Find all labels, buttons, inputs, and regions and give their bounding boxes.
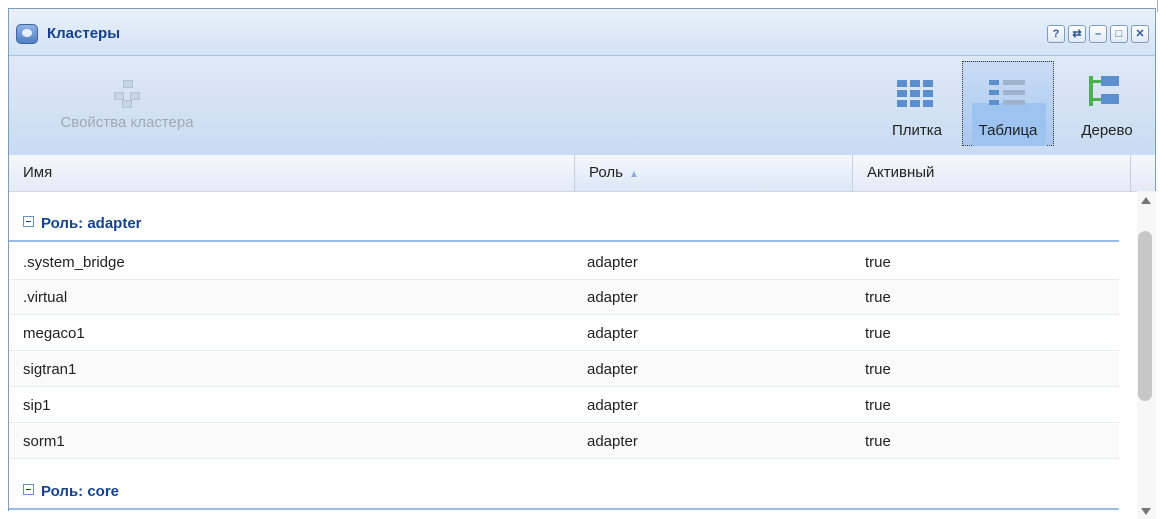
scroll-thumb[interactable] [1138,231,1152,401]
cell-active: true [865,325,891,342]
tree-view-button[interactable]: Дерево [1065,122,1149,139]
cell-name: megaco1 [23,325,85,342]
column-header-name[interactable]: Имя [9,155,575,191]
tile-view-button[interactable]: Плитка [877,122,957,139]
collapse-icon[interactable] [23,216,34,227]
clusters-window: Кластеры ? ⇄ – □ ✕ Свойства кластера Пли… [8,8,1156,511]
tile-view-label: Плитка [891,122,943,139]
table-body: Роль: adapter .system_bridge adapter tru… [9,192,1138,511]
column-header-active[interactable]: Активный [853,155,1131,191]
cell-name: sorm1 [23,433,65,450]
cell-role: adapter [587,289,638,306]
cluster-properties-icon [112,78,142,108]
cell-active: true [865,361,891,378]
table-row[interactable]: sorm1 adapter true [9,424,1119,459]
table-view-label-wrap: Таблица [967,122,1049,139]
table-row[interactable]: sip1 adapter true [9,388,1119,423]
window-title: Кластеры [47,25,121,42]
group-label: Роль: adapter [23,215,142,232]
maximize-icon[interactable]: □ [1110,25,1128,43]
window-tools: ? ⇄ – □ ✕ [1047,25,1149,43]
window-titlebar[interactable]: Кластеры ? ⇄ – □ ✕ [9,9,1155,56]
cell-name: sip1 [23,397,51,414]
group-header-core[interactable]: Роль: core [9,460,1119,510]
table-row[interactable]: .system_bridge adapter true [9,245,1119,280]
column-header-role[interactable]: Роль ▲ [575,155,853,191]
cell-active: true [865,254,891,271]
tile-view-icon [897,80,935,110]
cell-role: adapter [587,361,638,378]
close-icon[interactable]: ✕ [1131,25,1149,43]
collapse-icon[interactable] [23,484,34,495]
group-header-adapter[interactable]: Роль: adapter [9,192,1119,242]
cell-role: adapter [587,433,638,450]
minimize-icon[interactable]: – [1089,25,1107,43]
cell-active: true [865,289,891,306]
table-row[interactable]: .virtual adapter true [9,280,1119,315]
cell-name: .virtual [23,289,68,306]
cluster-properties-label: Свойства кластера [60,114,194,131]
background-divider [1157,0,1158,12]
table-row[interactable]: megaco1 adapter true [9,316,1119,351]
scroll-down-icon[interactable] [1141,508,1151,515]
cell-role: adapter [587,325,638,342]
toolbar: Свойства кластера Плитка Таблица Дерево [9,56,1155,156]
clusters-app-icon [16,24,38,44]
help-icon[interactable]: ? [1047,25,1065,43]
table-view-label: Таблица [978,122,1038,139]
scroll-up-icon[interactable] [1141,197,1151,204]
cell-name: .system_bridge [23,254,125,271]
table-header: Имя Роль ▲ Активный [9,155,1155,192]
refresh-icon[interactable]: ⇄ [1068,25,1086,43]
cell-role: adapter [587,397,638,414]
column-header-role-label: Роль [589,164,623,181]
table-row[interactable]: sigtran1 adapter true [9,352,1119,387]
cell-active: true [865,397,891,414]
group-label: Роль: core [23,483,119,500]
tree-view-icon [1089,76,1127,106]
table-view-icon [989,78,1027,108]
tree-view-label: Дерево [1081,122,1133,139]
vertical-scrollbar[interactable] [1137,191,1156,519]
cell-role: adapter [587,254,638,271]
cell-name: sigtran1 [23,361,77,378]
cluster-properties-button[interactable]: Свойства кластера [37,78,217,131]
sort-ascending-icon: ▲ [628,169,639,180]
cell-active: true [865,433,891,450]
